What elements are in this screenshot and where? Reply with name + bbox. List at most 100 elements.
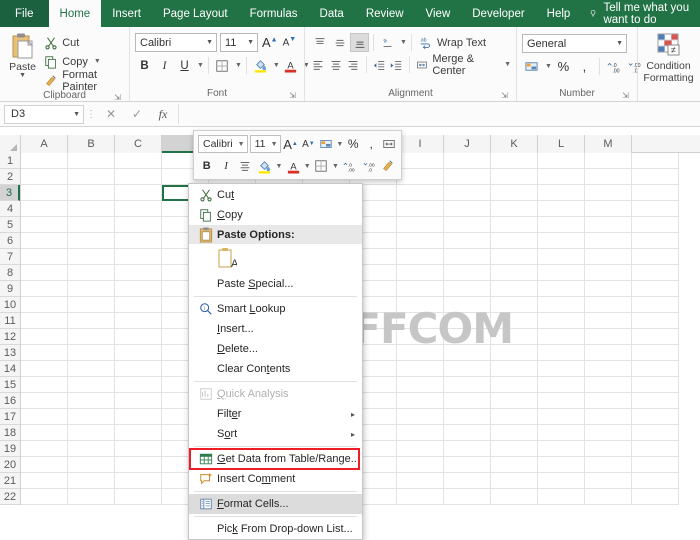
- merge-dropdown-caret[interactable]: ▼: [504, 61, 511, 68]
- cell-J20[interactable]: [444, 185, 491, 201]
- column-header-A[interactable]: A: [21, 135, 68, 153]
- cell-K20[interactable]: [491, 185, 538, 201]
- cell-A16[interactable]: [21, 249, 68, 265]
- cell-A20[interactable]: [21, 185, 68, 201]
- cell-L13[interactable]: [538, 297, 585, 313]
- cell-J13[interactable]: [444, 297, 491, 313]
- mini-align-button[interactable]: [237, 157, 254, 175]
- tab-home[interactable]: Home: [49, 0, 102, 27]
- cell-M4[interactable]: [585, 441, 632, 457]
- cell-L1[interactable]: [538, 489, 585, 505]
- number-dialog-launcher[interactable]: ⇲: [621, 91, 630, 100]
- mini-fill-color-dropdown-caret[interactable]: ▼: [275, 163, 282, 170]
- cell-A9[interactable]: [21, 361, 68, 377]
- cell-M8[interactable]: [585, 377, 632, 393]
- cell-I4[interactable]: [397, 441, 444, 457]
- cell-B3[interactable]: [68, 457, 115, 473]
- cell-B2[interactable]: [68, 473, 115, 489]
- row-header-8[interactable]: 8: [0, 265, 20, 281]
- paste-dropdown-caret[interactable]: ▼: [19, 73, 26, 79]
- row-header-19[interactable]: 19: [0, 441, 20, 457]
- cell-19[interactable]: [632, 201, 679, 217]
- cell-B21[interactable]: [68, 169, 115, 185]
- align-bottom-button[interactable]: [350, 33, 369, 52]
- decrease-font-size-button[interactable]: A▼: [282, 36, 298, 48]
- cell-L14[interactable]: [538, 281, 585, 297]
- cell-A13[interactable]: [21, 297, 68, 313]
- cell-J7[interactable]: [444, 393, 491, 409]
- comma-style-button[interactable]: ,: [575, 57, 594, 76]
- cell-I7[interactable]: [397, 393, 444, 409]
- copy-dropdown-caret[interactable]: ▼: [94, 58, 101, 65]
- cell-I13[interactable]: [397, 297, 444, 313]
- column-header-J[interactable]: J: [444, 135, 491, 153]
- cell-M2[interactable]: [585, 473, 632, 489]
- borders-dropdown-caret[interactable]: ▼: [235, 62, 242, 69]
- menu-item-clear-contents[interactable]: Clear Contents: [189, 359, 362, 379]
- italic-button[interactable]: I: [155, 56, 174, 75]
- cell-C3[interactable]: [115, 457, 162, 473]
- cell-I6[interactable]: [397, 409, 444, 425]
- cell-L12[interactable]: [538, 313, 585, 329]
- cell-J8[interactable]: [444, 377, 491, 393]
- cell-L22[interactable]: [538, 153, 585, 169]
- cell-I12[interactable]: [397, 313, 444, 329]
- underline-dropdown-caret[interactable]: ▼: [197, 62, 204, 69]
- tab-formulas[interactable]: Formulas: [239, 0, 309, 27]
- cell-K17[interactable]: [491, 233, 538, 249]
- row-header-21[interactable]: 21: [0, 473, 20, 489]
- cell-B9[interactable]: [68, 361, 115, 377]
- cell-L16[interactable]: [538, 249, 585, 265]
- cell-B19[interactable]: [68, 201, 115, 217]
- cell-I5[interactable]: [397, 425, 444, 441]
- cell-J2[interactable]: [444, 473, 491, 489]
- column-header-I[interactable]: I: [397, 135, 444, 153]
- format-painter-button[interactable]: Format Painter: [44, 72, 124, 89]
- increase-decimal-button[interactable]: .0 .00: [605, 57, 624, 76]
- mini-format-painter-button[interactable]: [380, 157, 397, 175]
- cell-16[interactable]: [632, 249, 679, 265]
- cell-M1[interactable]: [585, 489, 632, 505]
- cell-K11[interactable]: [491, 329, 538, 345]
- cell-K21[interactable]: [491, 169, 538, 185]
- cell-A19[interactable]: [21, 201, 68, 217]
- cell-B10[interactable]: [68, 345, 115, 361]
- cell-M10[interactable]: [585, 345, 632, 361]
- cell-18[interactable]: [632, 217, 679, 233]
- percent-style-button[interactable]: %: [554, 57, 573, 76]
- cell-3[interactable]: [632, 457, 679, 473]
- column-header-C[interactable]: C: [115, 135, 162, 153]
- cell-17[interactable]: [632, 233, 679, 249]
- tab-help[interactable]: Help: [536, 0, 582, 27]
- align-middle-button[interactable]: [330, 33, 349, 52]
- cell-C13[interactable]: [115, 297, 162, 313]
- cell-22[interactable]: [632, 153, 679, 169]
- font-name-combo[interactable]: Calibri ▼: [135, 33, 217, 52]
- cell-20[interactable]: [632, 185, 679, 201]
- cell-A11[interactable]: [21, 329, 68, 345]
- tab-insert[interactable]: Insert: [101, 0, 152, 27]
- cell-B13[interactable]: [68, 297, 115, 313]
- row-header-9[interactable]: 9: [0, 281, 20, 297]
- cell-K10[interactable]: [491, 345, 538, 361]
- row-header-18[interactable]: 18: [0, 425, 20, 441]
- align-right-button[interactable]: [345, 55, 362, 74]
- cell-A18[interactable]: [21, 217, 68, 233]
- menu-item-copy[interactable]: Copy: [189, 205, 362, 225]
- cell-B17[interactable]: [68, 233, 115, 249]
- tab-page-layout[interactable]: Page Layout: [152, 0, 239, 27]
- cell-M11[interactable]: [585, 329, 632, 345]
- cell-J10[interactable]: [444, 345, 491, 361]
- cell-L2[interactable]: [538, 473, 585, 489]
- borders-button[interactable]: [213, 56, 232, 75]
- cell-1[interactable]: [632, 489, 679, 505]
- cell-J11[interactable]: [444, 329, 491, 345]
- cell-B20[interactable]: [68, 185, 115, 201]
- fill-color-dropdown-caret[interactable]: ▼: [273, 62, 280, 69]
- cell-J15[interactable]: [444, 265, 491, 281]
- cell-M16[interactable]: [585, 249, 632, 265]
- cell-L19[interactable]: [538, 201, 585, 217]
- cell-M22[interactable]: [585, 153, 632, 169]
- cell-L15[interactable]: [538, 265, 585, 281]
- accounting-format-button[interactable]: [522, 57, 541, 76]
